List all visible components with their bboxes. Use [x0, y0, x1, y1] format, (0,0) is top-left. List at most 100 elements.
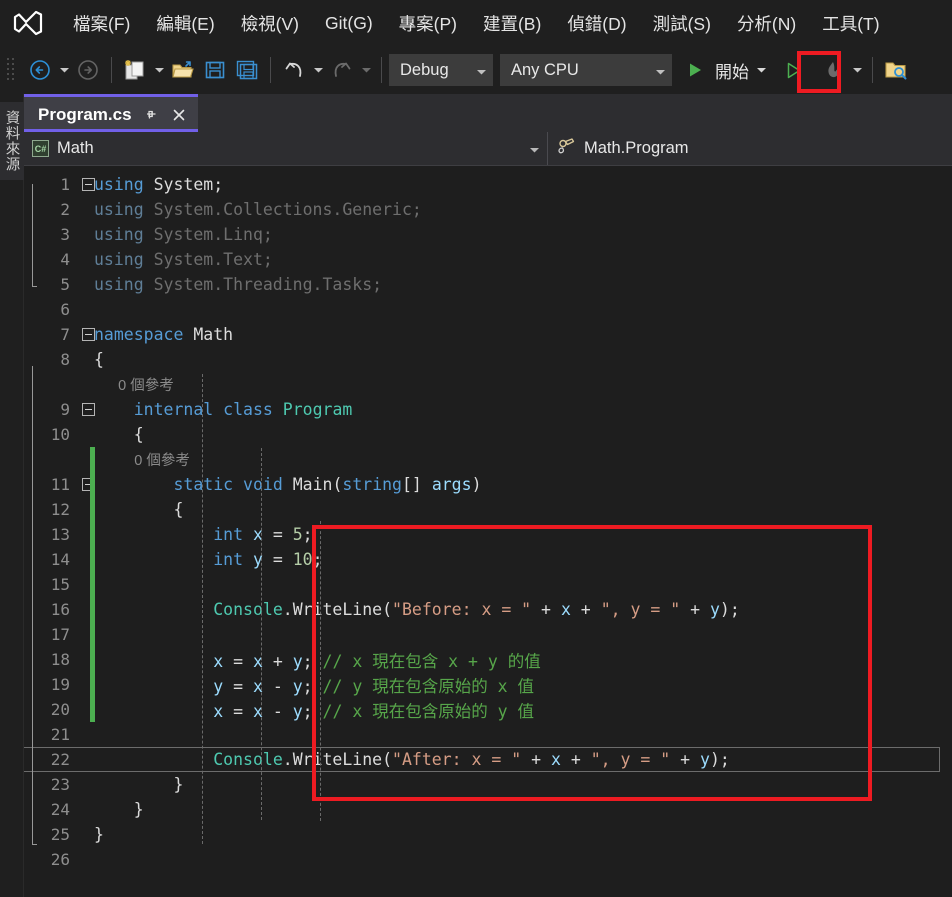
code-line[interactable]: 22 Console.WriteLine("After: x = " + x +… [24, 747, 952, 772]
code-line[interactable]: 5 using System.Threading.Tasks; [24, 272, 952, 297]
toolbar-drag-grip-icon[interactable] [6, 55, 20, 85]
codelens-reference-count[interactable]: 0 個參考 [94, 453, 190, 469]
code-line[interactable]: 23 } [24, 772, 952, 797]
code-line-text[interactable]: using System.Text; [94, 250, 952, 269]
save-all-button[interactable] [231, 54, 263, 86]
code-line[interactable]: 17 [24, 622, 952, 647]
glyph-margin[interactable] [80, 297, 94, 322]
open-file-button[interactable] [167, 54, 199, 86]
code-line-text[interactable]: using System.Linq; [94, 225, 952, 244]
search-solution-button[interactable] [880, 54, 912, 86]
code-line-text[interactable]: { [94, 425, 952, 444]
navbar-type-dropdown[interactable]: Math.Program [548, 132, 697, 165]
glyph-margin[interactable] [80, 797, 94, 822]
code-line[interactable]: 3 using System.Linq; [24, 222, 952, 247]
start-debugging-dropdown[interactable] [753, 54, 769, 86]
code-line-text[interactable]: using System.Threading.Tasks; [94, 275, 952, 294]
code-line-text[interactable]: { [94, 350, 952, 369]
menu-item-debug[interactable]: 偵錯(D) [554, 7, 639, 40]
code-line[interactable]: 14 int y = 10; [24, 547, 952, 572]
glyph-margin[interactable] [80, 197, 94, 222]
start-debugging-button[interactable] [679, 54, 711, 86]
code-line[interactable]: 0 個參考 [24, 372, 952, 397]
code-line-text[interactable]: int x = 5; [94, 525, 952, 544]
menu-item-build[interactable]: 建置(B) [470, 7, 554, 40]
code-line[interactable]: 20 x = x - y; // x 現在包含原始的 y 值 [24, 697, 952, 722]
code-line[interactable]: 2 using System.Collections.Generic; [24, 197, 952, 222]
glyph-margin[interactable] [80, 722, 94, 747]
undo-button[interactable] [278, 54, 310, 86]
menu-item-git[interactable]: Git(G) [312, 9, 386, 38]
menu-item-view[interactable]: 檢視(V) [228, 7, 312, 40]
glyph-margin[interactable] [80, 222, 94, 247]
code-line-text[interactable]: } [94, 825, 952, 844]
code-line[interactable]: 1 using System; [24, 172, 952, 197]
glyph-margin[interactable] [80, 747, 94, 772]
glyph-margin[interactable] [80, 372, 94, 397]
solution-configuration-dropdown[interactable]: Debug [389, 54, 493, 86]
code-line[interactable]: 6 [24, 297, 952, 322]
code-line-text[interactable]: x = x - y; // x 現在包含原始的 y 值 [94, 698, 952, 722]
code-editor[interactable]: 1 using System; 2 using System.Collections.… [24, 166, 952, 897]
glyph-margin[interactable] [80, 272, 94, 297]
menu-item-edit[interactable]: 編輯(E) [143, 7, 227, 40]
glyph-margin[interactable] [80, 172, 95, 197]
code-line-text[interactable]: using System; [94, 175, 952, 194]
glyph-margin[interactable] [80, 397, 95, 422]
start-debugging-label[interactable]: 開始 [711, 58, 753, 83]
document-tab-program-cs[interactable]: Program.cs [24, 94, 198, 132]
code-line[interactable]: 24 } [24, 797, 952, 822]
code-line-text[interactable]: 0 個參考 [94, 374, 952, 395]
menu-item-analyze[interactable]: 分析(N) [724, 7, 809, 40]
codelens-reference-count[interactable]: 0 個參考 [94, 378, 174, 394]
menu-item-tools[interactable]: 工具(T) [809, 7, 892, 40]
glyph-margin[interactable] [80, 347, 94, 372]
close-icon[interactable] [170, 106, 188, 124]
code-line-text[interactable]: { [94, 500, 952, 519]
glyph-margin[interactable] [80, 772, 94, 797]
new-item-dropdown[interactable] [151, 54, 167, 86]
code-line-text[interactable]: x = x + y; // x 現在包含 x + y 的值 [94, 648, 952, 672]
new-item-button[interactable] [119, 54, 151, 86]
save-button[interactable] [199, 54, 231, 86]
code-line[interactable]: 4 using System.Text; [24, 247, 952, 272]
code-line[interactable]: 12 { [24, 497, 952, 522]
code-line[interactable]: 0 個參考 [24, 447, 952, 472]
code-line[interactable]: 16 Console.WriteLine("Before: x = " + x … [24, 597, 952, 622]
code-line[interactable]: 10 { [24, 422, 952, 447]
menu-item-test[interactable]: 測試(S) [640, 7, 724, 40]
glyph-margin[interactable] [80, 822, 94, 847]
glyph-margin[interactable] [80, 847, 94, 872]
code-line[interactable]: 25} [24, 822, 952, 847]
code-line-text[interactable]: Console.WriteLine("After: x = " + x + ",… [24, 747, 952, 772]
undo-dropdown[interactable] [310, 54, 326, 86]
code-line-text[interactable]: static void Main(string[] args) [94, 475, 952, 494]
code-line-text[interactable]: } [94, 800, 952, 819]
data-sources-vertical-tab[interactable]: 資料來源 [0, 102, 24, 180]
code-line-text[interactable]: 0 個參考 [94, 449, 952, 470]
hot-reload-dropdown[interactable] [849, 54, 865, 86]
navigate-back-button[interactable] [24, 54, 56, 86]
code-line[interactable]: 11 static void Main(string[] args) [24, 472, 952, 497]
glyph-margin[interactable] [80, 247, 94, 272]
code-line-text[interactable]: internal class Program [94, 400, 952, 419]
code-line[interactable]: 13 int x = 5; [24, 522, 952, 547]
code-line-text[interactable]: } [94, 775, 952, 794]
code-line-text[interactable]: namespace Math [94, 325, 952, 344]
code-line[interactable]: 9 internal class Program [24, 397, 952, 422]
pin-icon[interactable] [142, 106, 160, 124]
code-line[interactable]: 8{ [24, 347, 952, 372]
glyph-margin[interactable] [80, 422, 94, 447]
code-line-text[interactable]: Console.WriteLine("Before: x = " + x + "… [94, 600, 952, 619]
navigate-back-dropdown[interactable] [56, 54, 72, 86]
solution-platform-dropdown[interactable]: Any CPU [500, 54, 672, 86]
code-line-text[interactable]: int y = 10; [94, 550, 952, 569]
code-line[interactable]: 18 x = x + y; // x 現在包含 x + y 的值 [24, 647, 952, 672]
code-line[interactable]: 15 [24, 572, 952, 597]
start-without-debugging-button[interactable] [777, 54, 809, 86]
navbar-project-dropdown[interactable]: C# Math [24, 132, 548, 165]
code-line-text[interactable]: using System.Collections.Generic; [94, 200, 952, 219]
menu-item-file[interactable]: 檔案(F) [60, 7, 143, 40]
code-line[interactable]: 26 [24, 847, 952, 872]
menu-item-project[interactable]: 專案(P) [386, 7, 470, 40]
